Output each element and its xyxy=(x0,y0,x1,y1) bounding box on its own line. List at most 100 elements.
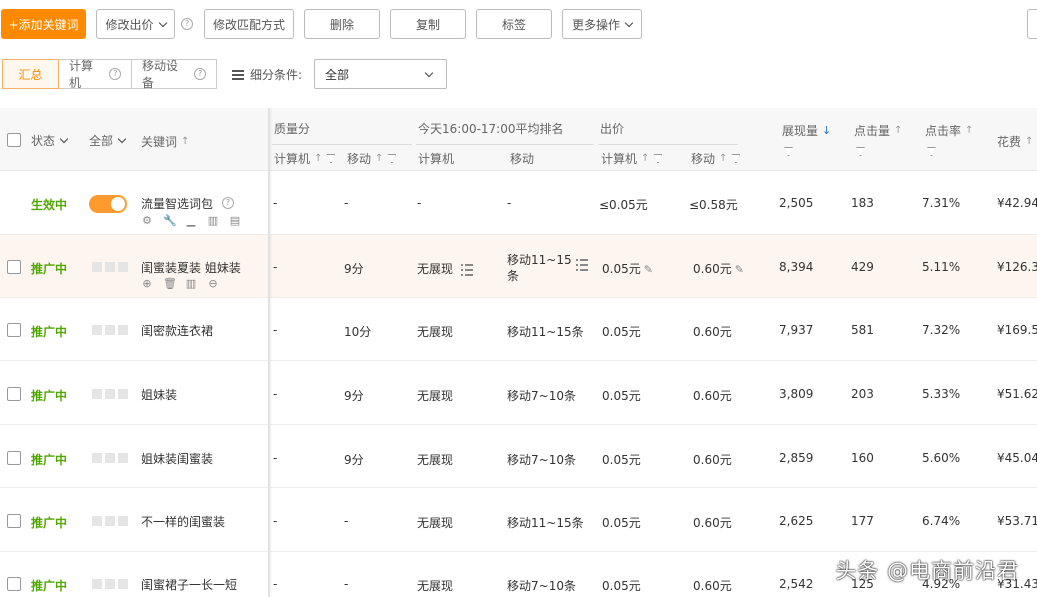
bid-mobile: 0.60元 xyxy=(693,325,732,339)
table-row[interactable]: 推广中 闺密款连衣裙 - 10分 无展现 移动11~15条 0.05元 0.60… xyxy=(0,298,1037,361)
bar-chart-icon[interactable]: ▥ xyxy=(185,278,197,290)
table-row[interactable]: 推广中 闺蜜装夏装 姐妹装 ⊕ 🗑 ▥ ⊖ - 9分 无展现 移动11~15 条… xyxy=(0,235,1037,298)
edge-button[interactable] xyxy=(1027,9,1037,39)
header-keyword[interactable]: 关键词 ↑ xyxy=(141,133,189,150)
bid-pc: 0.05元 xyxy=(602,516,641,530)
help-icon[interactable]: ? xyxy=(109,68,121,80)
rank-mobile: 移动7~10条 xyxy=(507,579,576,593)
quality-pc: - xyxy=(273,514,278,528)
header-status-label: 状态 xyxy=(31,134,56,148)
quality-mobile: 10分 xyxy=(344,325,372,339)
header-group-divider xyxy=(598,144,738,145)
cost: ¥45.04 xyxy=(997,451,1037,465)
header-cost[interactable]: 花费 ↑ xyxy=(997,133,1033,150)
row-checkbox[interactable] xyxy=(7,260,21,274)
header-rank-pc: 计算机 xyxy=(418,150,454,167)
pencil-icon[interactable]: ✎ xyxy=(735,263,744,276)
delete-button[interactable]: 删除 xyxy=(304,9,380,39)
help-icon[interactable]: ? xyxy=(181,18,193,30)
help-icon[interactable]: ? xyxy=(194,68,206,80)
header-bid-mobile[interactable]: 移动 ↑ xyxy=(691,150,741,167)
header-all-label: 全部 xyxy=(89,134,114,148)
help-icon[interactable]: ? xyxy=(222,197,234,209)
target-icon[interactable]: ⊕ xyxy=(141,278,153,290)
row-checkbox[interactable] xyxy=(7,577,21,591)
tab-mobile[interactable]: 移动设备? xyxy=(131,59,217,90)
copy-button[interactable]: 复制 xyxy=(390,9,466,39)
bid-pc[interactable]: 0.05元 ✎ xyxy=(602,260,653,277)
filter-icon[interactable] xyxy=(326,154,336,163)
modify-bid-dropdown[interactable]: 修改出价 xyxy=(96,9,175,39)
header-rank-pc-label: 计算机 xyxy=(418,152,455,166)
header-ctr[interactable]: 点击率 ↑ xyxy=(925,122,973,139)
filter-icon[interactable] xyxy=(387,154,397,163)
header-bid: 出价 xyxy=(600,120,624,137)
header-all[interactable]: 全部 xyxy=(89,132,127,149)
filter-icon[interactable] xyxy=(653,154,663,163)
tab-summary[interactable]: 汇总 xyxy=(2,59,59,89)
bid-mobile: 0.60元 xyxy=(693,579,732,593)
rank-list-icon[interactable] xyxy=(576,259,588,271)
status-badge: 推广中 xyxy=(31,516,68,530)
gear-icon[interactable]: ⚙ xyxy=(141,215,153,227)
rank-pc: 无展现 xyxy=(417,516,454,530)
subfilter-select-value: 全部 xyxy=(325,67,350,82)
table-row-package[interactable]: 生效中 流量智选词包 ? ⚙ 🔧 ▁ ▥ ▤ - - - - ≤0.05元 ≤0… xyxy=(0,172,1037,235)
trash-icon[interactable]: 🗑 xyxy=(163,278,177,290)
header-clicks[interactable]: 点击量 ↑ xyxy=(854,122,902,139)
keyword-name: 姐妹装闺蜜装 xyxy=(141,452,214,466)
header-rank-mobile-label: 移动 xyxy=(510,152,535,166)
device-tabs: 汇总 计算机? 移动设备? xyxy=(2,59,217,90)
bid-mobile: 0.60元 xyxy=(693,389,732,403)
header-status[interactable]: 状态 xyxy=(31,132,69,149)
add-keyword-button[interactable]: +添加关键词 xyxy=(1,9,86,39)
package-toggle[interactable] xyxy=(89,195,127,213)
wrench-icon[interactable]: 🔧 xyxy=(163,215,177,227)
rank-mobile: 移动11~15条 xyxy=(507,516,584,530)
pencil-icon[interactable]: ✎ xyxy=(644,263,653,276)
table-row[interactable]: 推广中 姐妹装闺蜜装 - 9分 无展现 移动7~10条 0.05元 0.60元 … xyxy=(0,425,1037,488)
bid-mobile[interactable]: 0.60元 ✎ xyxy=(693,260,744,277)
rank-mobile: 移动11~15条 xyxy=(507,325,584,339)
tag-button[interactable]: 标签 xyxy=(476,9,552,39)
filter-icon[interactable] xyxy=(784,147,793,156)
rank-pc: 无展现 xyxy=(417,453,454,467)
tag-placeholders xyxy=(92,389,128,399)
row-checkbox[interactable] xyxy=(7,323,21,337)
header-bid-pc[interactable]: 计算机 ↑ xyxy=(601,150,663,167)
row-checkbox[interactable] xyxy=(7,514,21,528)
header-impressions[interactable]: 展现量 ↓ xyxy=(782,122,831,139)
tag-label: 标签 xyxy=(501,17,526,32)
modify-match-button[interactable]: 修改匹配方式 xyxy=(204,9,294,39)
cost: ¥53.71 xyxy=(997,514,1037,528)
tab-computer[interactable]: 计算机? xyxy=(58,59,132,90)
header-impressions-label: 展现量 xyxy=(782,124,819,138)
filter-icon[interactable] xyxy=(856,147,865,156)
keyword-name: 流量智选词包 xyxy=(141,197,214,211)
rank-list-icon[interactable] xyxy=(461,263,474,276)
table-row[interactable]: 推广中 不一样的闺蜜装 - - 无展现 移动11~15条 0.05元 0.60元… xyxy=(0,489,1037,552)
row-checkbox[interactable] xyxy=(7,451,21,465)
watermark-text: 头条 @电商前沿君 xyxy=(835,559,1019,583)
filter-icon[interactable] xyxy=(731,154,741,163)
clipboard-icon[interactable]: ▤ xyxy=(229,215,241,227)
copy-label: 复制 xyxy=(415,17,440,32)
zoom-out-icon[interactable]: ⊖ xyxy=(207,278,219,290)
add-keyword-label: +添加关键词 xyxy=(8,17,79,32)
signal-icon[interactable]: ▁ xyxy=(185,215,197,227)
header-quality-pc[interactable]: 计算机 ↑ xyxy=(274,150,336,167)
header-group-divider xyxy=(416,144,594,145)
clicks: 183 xyxy=(851,196,874,210)
impressions: 2,859 xyxy=(779,451,814,465)
keyword-name: 姐妹装 xyxy=(141,388,178,402)
select-all-checkbox[interactable] xyxy=(7,133,21,147)
bar-chart-icon[interactable]: ▥ xyxy=(207,215,219,227)
clicks: 429 xyxy=(851,260,874,274)
header-quality-mobile[interactable]: 移动 ↑ xyxy=(347,150,397,167)
table-row[interactable]: 推广中 姐妹装 - 9分 无展现 移动7~10条 0.05元 0.60元 3,8… xyxy=(0,362,1037,425)
filter-icon[interactable] xyxy=(927,147,936,156)
more-actions-dropdown[interactable]: 更多操作 xyxy=(562,9,642,39)
header-quality: 质量分 xyxy=(274,120,310,137)
subfilter-select[interactable]: 全部 xyxy=(314,59,447,89)
row-checkbox[interactable] xyxy=(7,387,21,401)
